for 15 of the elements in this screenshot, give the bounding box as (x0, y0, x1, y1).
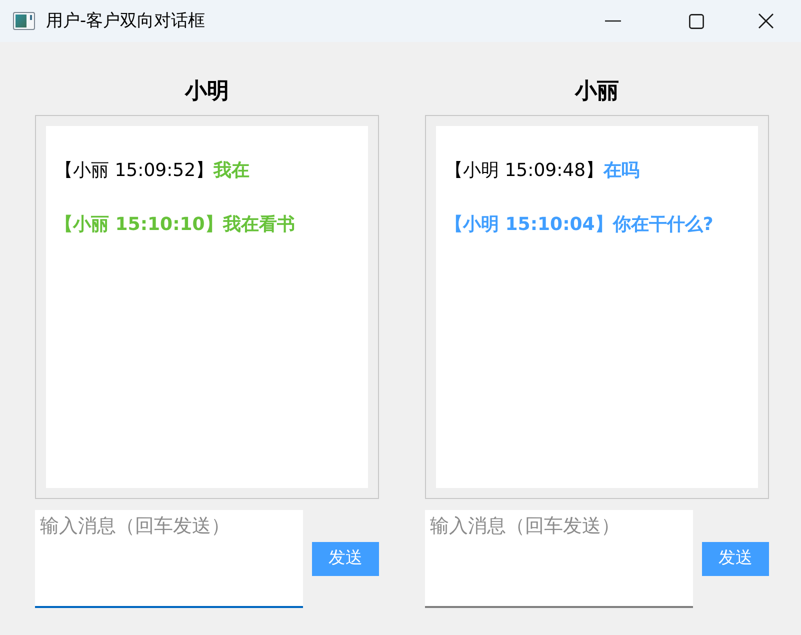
chat-message: 【小明 15:10:04】你在干什么? (445, 213, 714, 237)
close-icon (758, 13, 774, 29)
message-input[interactable]: 输入消息（回车发送） (425, 510, 693, 608)
message-input[interactable]: 输入消息（回车发送） (35, 510, 303, 608)
minimize-icon (605, 20, 621, 22)
chat-message: 【小丽 15:10:10】我在看书 (55, 213, 296, 237)
window-title: 用户-客户双向对话框 (46, 11, 206, 31)
chat-message: 【小明 15:09:48】在吗 (445, 159, 641, 183)
send-button[interactable]: 发送 (312, 542, 379, 576)
chat-message: 【小丽 15:09:52】我在 (55, 159, 251, 183)
user-name-heading: 小明 (184, 79, 230, 105)
app-icon (13, 12, 35, 30)
send-button[interactable]: 发送 (702, 542, 769, 576)
maximize-icon (688, 14, 704, 28)
user-name-heading: 小丽 (574, 79, 620, 105)
